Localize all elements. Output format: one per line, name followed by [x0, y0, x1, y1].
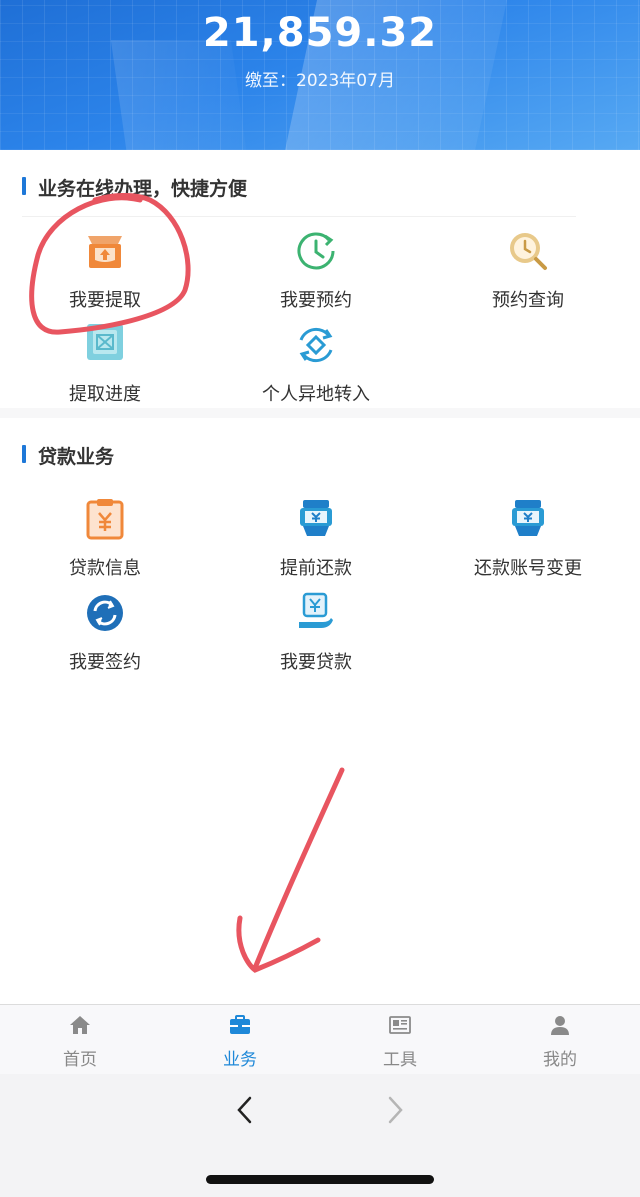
chevron-right-icon [388, 1096, 403, 1124]
chevron-left-icon [237, 1096, 252, 1124]
progress-doc-icon [84, 324, 126, 366]
loan-business-section: 贷款业务 贷款信息 提前还款 还款账号变更 我要签约 我要贷款 [0, 418, 640, 1004]
tab-label: 我的 [543, 1050, 577, 1070]
paid-to-date: 缴至：2023年07月 [245, 71, 395, 91]
repayment-account-change-button[interactable]: 还款账号变更 [428, 498, 628, 588]
item-label: 个人异地转入 [262, 384, 370, 405]
item-label: 贷款信息 [69, 558, 141, 579]
tab-home[interactable]: 首页 [0, 1005, 160, 1075]
sign-contract-button[interactable]: 我要签约 [5, 592, 205, 682]
item-label: 提前还款 [280, 558, 352, 579]
item-label: 我要贷款 [280, 652, 352, 673]
tab-mine[interactable]: 我的 [480, 1005, 640, 1075]
tab-label: 首页 [63, 1050, 97, 1070]
back-button[interactable] [222, 1088, 266, 1132]
item-label: 我要提取 [69, 290, 141, 311]
section-divider [22, 216, 576, 217]
header-banner: 21,859.32 缴至：2023年07月 [0, 0, 640, 150]
briefcase-icon [228, 1013, 252, 1037]
item-label: 我要预约 [280, 290, 352, 311]
clock-refresh-icon [295, 230, 337, 272]
banner-building-shape [110, 40, 250, 150]
section-title: 贷款业务 [22, 442, 114, 469]
newspaper-icon [388, 1013, 412, 1037]
forward-button[interactable] [374, 1088, 418, 1132]
loan-info-button[interactable]: 贷款信息 [5, 498, 205, 588]
hand-yen-icon [295, 498, 337, 540]
account-balance: 21,859.32 [202, 10, 438, 56]
bottom-tab-bar: 首页 业务 工具 我的 [0, 1004, 640, 1074]
appointment-query-button[interactable]: 预约查询 [428, 230, 628, 320]
sign-refresh-icon [84, 592, 126, 634]
withdraw-tray-icon [84, 230, 126, 272]
item-label: 我要签约 [69, 652, 141, 673]
withdraw-progress-button[interactable]: 提取进度 [5, 324, 205, 414]
online-business-section: 业务在线办理，快捷方便 我要提取 我要预约 预约查询 提取进度 个人异地转入 [0, 150, 640, 408]
person-icon [548, 1013, 572, 1037]
apply-loan-button[interactable]: 我要贷款 [216, 592, 416, 682]
transfer-cycle-icon [295, 324, 337, 366]
tab-label: 业务 [223, 1050, 257, 1070]
clock-search-icon [507, 230, 549, 272]
yen-hand-icon [295, 592, 337, 634]
tab-business[interactable]: 业务 [160, 1005, 320, 1075]
section-title: 业务在线办理，快捷方便 [22, 174, 247, 201]
early-repayment-button[interactable]: 提前还款 [216, 498, 416, 588]
hand-yen-icon [507, 498, 549, 540]
tab-label: 工具 [383, 1050, 417, 1070]
item-label: 预约查询 [492, 290, 564, 311]
remote-transfer-in-button[interactable]: 个人异地转入 [216, 324, 416, 414]
loan-clipboard-icon [84, 498, 126, 540]
tab-tools[interactable]: 工具 [320, 1005, 480, 1075]
home-icon [68, 1013, 92, 1037]
appointment-button[interactable]: 我要预约 [216, 230, 416, 320]
home-indicator[interactable] [206, 1175, 434, 1184]
withdraw-button[interactable]: 我要提取 [5, 230, 205, 320]
item-label: 提取进度 [69, 384, 141, 405]
item-label: 还款账号变更 [474, 558, 582, 579]
